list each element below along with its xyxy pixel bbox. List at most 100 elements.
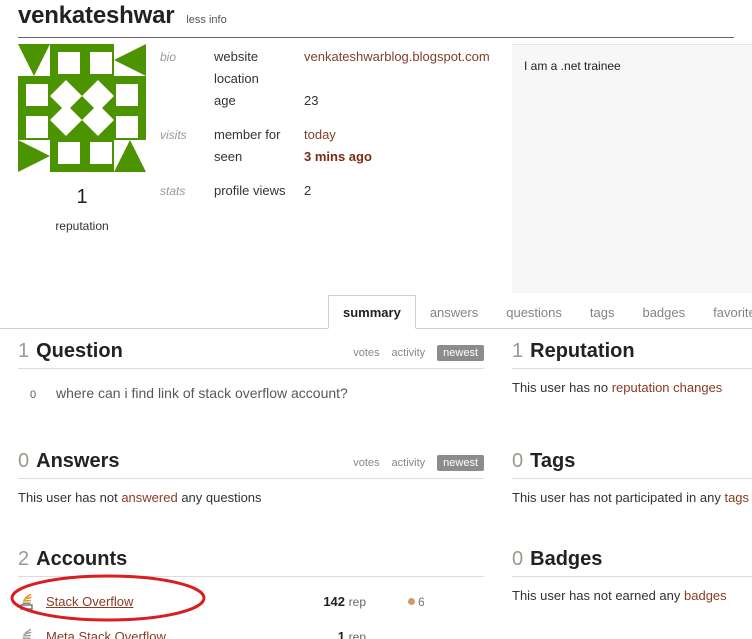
accounts-list: Stack Overflow 142 rep 6 Meta Stack Overflo… bbox=[18, 591, 484, 639]
badges-empty-message: This user has not earned any badges bbox=[512, 588, 752, 603]
account-badge-counts: 6 bbox=[408, 595, 425, 609]
account-reputation: 142 rep bbox=[276, 594, 366, 609]
reputation-count: 1 bbox=[512, 340, 524, 362]
info-value[interactable]: venkateshwarblog.blogspot.com bbox=[304, 46, 490, 68]
reputation-changes-link[interactable]: reputation changes bbox=[612, 380, 723, 395]
info-category: stats bbox=[160, 184, 186, 198]
info-category: bio bbox=[160, 50, 177, 64]
answers-section-header: 0 Answers votes activity newest bbox=[18, 450, 484, 473]
about-me-box: I am a .net trainee bbox=[512, 44, 752, 293]
info-key: location bbox=[214, 71, 259, 86]
reputation-divider bbox=[512, 368, 752, 369]
tab-badges[interactable]: badges bbox=[628, 295, 699, 329]
info-group-spacer bbox=[160, 168, 490, 180]
meta-stack-overflow-icon bbox=[18, 628, 36, 639]
info-value: 23 bbox=[304, 93, 319, 108]
badges-link[interactable]: badges bbox=[684, 588, 727, 603]
accounts-section-header: 2 Accounts bbox=[18, 548, 484, 571]
info-key: website bbox=[214, 49, 259, 64]
reputation-empty-message: This user has no reputation changes bbox=[512, 380, 752, 395]
question-vote-count: 0 bbox=[29, 389, 37, 401]
reputation-value: 1 bbox=[76, 186, 88, 208]
tab-questions[interactable]: questions bbox=[492, 295, 576, 329]
sort-newest[interactable]: newest bbox=[437, 455, 484, 471]
info-group-spacer bbox=[160, 112, 490, 124]
questions-section-header: 1 Question votes activity newest bbox=[18, 340, 484, 363]
info-key: profile views bbox=[214, 183, 286, 198]
info-value[interactable]: today bbox=[304, 124, 490, 146]
account-rep-value: 1 bbox=[337, 629, 346, 639]
reputation-title: Reputation bbox=[530, 340, 635, 362]
tab-answers[interactable]: answers bbox=[416, 295, 492, 329]
info-value[interactable]: 3 mins ago bbox=[304, 146, 490, 168]
sort-votes[interactable]: votes bbox=[353, 347, 379, 359]
info-row: bio website venkateshwarblog.blogspot.com bbox=[160, 46, 490, 68]
less-info-link[interactable]: less info bbox=[186, 14, 226, 26]
badges-section: 0 Badges This user has not earned any ba… bbox=[512, 548, 752, 603]
badges-empty-prefix: This user has not earned any bbox=[512, 588, 684, 603]
sort-votes[interactable]: votes bbox=[353, 457, 379, 469]
tab-summary[interactable]: summary bbox=[328, 295, 416, 329]
questions-sort-controls: votes activity newest bbox=[353, 345, 484, 361]
reputation-empty-prefix: This user has no bbox=[512, 380, 612, 395]
account-rep-value: 142 bbox=[323, 594, 346, 609]
sort-activity[interactable]: activity bbox=[392, 347, 426, 359]
badges-count: 0 bbox=[512, 548, 524, 570]
question-list-item[interactable]: 0 where can i find link of stack overflo… bbox=[18, 385, 484, 401]
account-rep-unit: rep bbox=[348, 595, 366, 609]
reputation-label: reputation bbox=[55, 219, 109, 233]
account-name-link[interactable]: Meta Stack Overflow bbox=[46, 629, 276, 639]
answers-empty-message: This user has not answered any questions bbox=[18, 490, 484, 505]
tab-tags[interactable]: tags bbox=[576, 295, 629, 329]
answers-count: 0 bbox=[18, 450, 30, 472]
about-me-text: I am a .net trainee bbox=[524, 59, 621, 73]
header-divider bbox=[18, 37, 734, 38]
questions-count: 1 bbox=[18, 340, 30, 362]
page-title: venkateshwar bbox=[18, 2, 175, 29]
avatar[interactable] bbox=[18, 44, 146, 172]
accounts-section: 2 Accounts Stack Overflow 142 rep 6 Meta St… bbox=[18, 548, 484, 639]
tags-title: Tags bbox=[530, 450, 576, 472]
reputation-section-header: 1 Reputation bbox=[512, 340, 752, 363]
questions-section: 1 Question votes activity newest 0 where… bbox=[18, 340, 484, 401]
tags-link[interactable]: tags bbox=[724, 490, 749, 505]
info-row: stats profile views 2 bbox=[160, 180, 490, 202]
identicon-icon bbox=[18, 44, 146, 172]
info-row: visits member for today bbox=[160, 124, 490, 146]
answers-sort-controls: votes activity newest bbox=[353, 455, 484, 471]
account-row[interactable]: Meta Stack Overflow 1 rep bbox=[18, 626, 484, 639]
sort-activity[interactable]: activity bbox=[392, 457, 426, 469]
user-profile-page: venkateshwar less info 1 reputation bio … bbox=[0, 0, 752, 639]
answers-empty-prefix: This user has not bbox=[18, 490, 122, 505]
info-category: visits bbox=[160, 128, 187, 142]
account-reputation: 1 rep bbox=[276, 629, 366, 639]
account-name-link[interactable]: Stack Overflow bbox=[46, 594, 276, 609]
stack-overflow-icon bbox=[18, 593, 36, 611]
badges-section-header: 0 Badges bbox=[512, 548, 752, 571]
answers-section: 0 Answers votes activity newest This use… bbox=[18, 450, 484, 505]
info-key: age bbox=[214, 93, 236, 108]
sort-newest[interactable]: newest bbox=[437, 345, 484, 361]
bronze-badge-count: 6 bbox=[418, 594, 425, 609]
info-category bbox=[160, 90, 214, 112]
profile-tabs: summary answers questions tags badges favorit… bbox=[328, 295, 752, 329]
info-key: seen bbox=[214, 149, 243, 164]
account-row[interactable]: Stack Overflow 142 rep 6 bbox=[18, 591, 484, 612]
tags-empty-prefix: This user has not participated in any bbox=[512, 490, 725, 505]
tags-divider bbox=[512, 478, 752, 479]
answered-link[interactable]: answered bbox=[121, 490, 177, 505]
question-title-link[interactable]: where can i find link of stack overflow … bbox=[56, 385, 348, 401]
tags-section: 0 Tags This user has not participated in… bbox=[512, 450, 752, 505]
tags-empty-message: This user has not participated in any ta… bbox=[512, 490, 752, 505]
info-category bbox=[160, 146, 214, 168]
badges-title: Badges bbox=[530, 548, 603, 570]
questions-divider bbox=[18, 368, 484, 369]
profile-header: venkateshwar less info bbox=[18, 2, 227, 30]
answers-empty-suffix: any questions bbox=[177, 490, 262, 505]
badges-divider bbox=[512, 576, 752, 577]
questions-title: Question bbox=[36, 340, 123, 362]
accounts-title: Accounts bbox=[36, 548, 128, 570]
tab-favorites[interactable]: favorites bbox=[699, 295, 752, 329]
account-rep-unit: rep bbox=[348, 630, 366, 639]
tags-count: 0 bbox=[512, 450, 524, 472]
